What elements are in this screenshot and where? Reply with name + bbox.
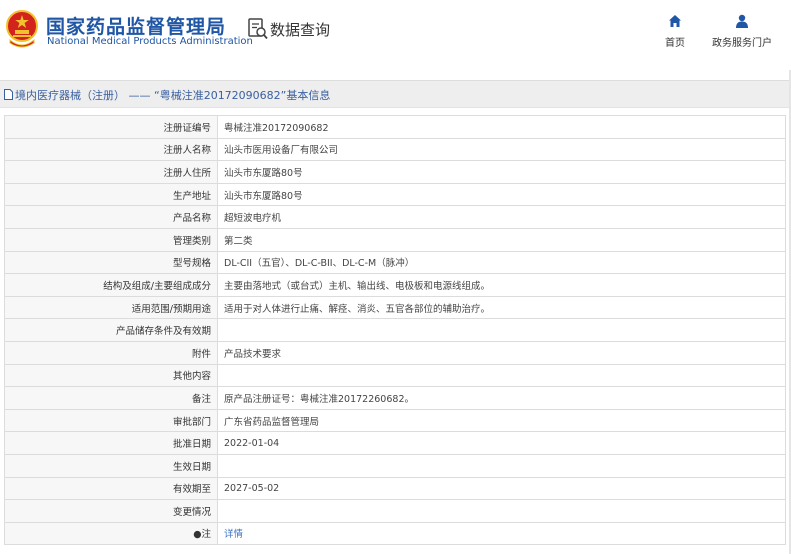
- row-label: 批准日期: [4, 431, 218, 455]
- nav-home[interactable]: 首页: [660, 14, 690, 49]
- table-row: 变更情况: [4, 499, 786, 523]
- row-value: 广东省药品监督管理局: [217, 408, 786, 433]
- nav-service-portal[interactable]: 政务服务门户: [710, 14, 774, 49]
- row-label: 注册人住所: [4, 160, 218, 184]
- device-info-table: 注册证编号 粤械注准20172090682 注册人名称 汕头市医用设备厂有限公司 注册人…: [4, 115, 786, 546]
- row-label: ●注: [4, 521, 218, 546]
- row-label: 适用范围/预期用途: [4, 295, 218, 320]
- row-value: 原产品注册证号：粤械注准20172260682。: [217, 386, 786, 410]
- home-icon: [669, 15, 681, 27]
- table-row: ●注 详情: [4, 521, 786, 546]
- row-value: [217, 499, 786, 523]
- table-row: 备注 原产品注册证号：粤械注准20172260682。: [4, 386, 786, 410]
- row-label: 注册证编号: [4, 115, 218, 139]
- row-value: 适用于对人体进行止痛、解痉、消炎、五官各部位的辅助治疗。: [217, 295, 786, 320]
- table-row: 生效日期: [4, 453, 786, 478]
- row-value: [217, 318, 786, 342]
- row-value: DL-CII（五官）、DL-C-BII、DL-C-M（脉冲）: [217, 250, 786, 275]
- details-link[interactable]: 详情: [224, 529, 243, 540]
- breadcrumb: 境内医疗器械（注册） —— “粤械注准20172090682”基本信息: [4, 87, 330, 103]
- site-subtitle: National Medical Products Administration: [47, 36, 253, 47]
- row-value: 汕头市东厦路80号: [217, 160, 786, 184]
- row-label: 有效期至: [4, 476, 218, 501]
- row-value: 详情: [217, 521, 786, 546]
- row-value: 第二类: [217, 227, 786, 252]
- table-row: 批准日期 2022-01-04: [4, 431, 786, 455]
- row-label: 其他内容: [4, 363, 218, 388]
- table-row: 产品储存条件及有效期: [4, 318, 786, 342]
- table-row: 产品名称 超短波电疗机: [4, 205, 786, 229]
- row-value: 粤械注准20172090682: [217, 115, 786, 139]
- table-row: 注册人名称 汕头市医用设备厂有限公司: [4, 137, 786, 162]
- table-row: 附件 产品技术要求: [4, 340, 786, 365]
- nav-home-label: 首页: [665, 38, 685, 49]
- document-search-icon: [248, 18, 268, 40]
- row-label: 生产地址: [4, 182, 218, 207]
- row-label: 审批部门: [4, 408, 218, 433]
- row-value: 汕头市东厦路80号: [217, 182, 786, 207]
- row-label: 管理类别: [4, 227, 218, 252]
- table-row: 有效期至 2027-05-02: [4, 476, 786, 501]
- row-value: 超短波电疗机: [217, 205, 786, 229]
- row-label: 备注: [4, 386, 218, 410]
- row-value: 主要由落地式（或台式）主机、输出线、电极板和电源线组成。: [217, 273, 786, 297]
- row-label: 附件: [4, 340, 218, 365]
- national-emblem-icon: [6, 10, 38, 48]
- table-row: 管理类别 第二类: [4, 227, 786, 252]
- row-value: 产品技术要求: [217, 340, 786, 365]
- row-value: 汕头市医用设备厂有限公司: [217, 137, 786, 162]
- row-label: 产品名称: [4, 205, 218, 229]
- row-value: [217, 453, 786, 478]
- row-label: 生效日期: [4, 453, 218, 478]
- table-row: 审批部门 广东省药品监督管理局: [4, 408, 786, 433]
- row-label: 型号规格: [4, 250, 218, 275]
- nav-portal-label: 政务服务门户: [712, 38, 772, 49]
- breadcrumb-bar: 境内医疗器械（注册） —— “粤械注准20172090682”基本信息: [0, 80, 791, 108]
- row-label: 结构及组成/主要组成成分: [4, 273, 218, 297]
- table-row: 生产地址 汕头市东厦路80号: [4, 182, 786, 207]
- site-header: 国家药品监督管理局 National Medical Products Admi…: [0, 0, 791, 64]
- table-row: 型号规格 DL-CII（五官）、DL-C-BII、DL-C-M（脉冲）: [4, 250, 786, 275]
- user-icon: [736, 14, 748, 28]
- table-row: 结构及组成/主要组成成分 主要由落地式（或台式）主机、输出线、电极板和电源线组成。: [4, 273, 786, 297]
- site-title[interactable]: 国家药品监督管理局: [46, 12, 226, 39]
- table-row: 其他内容: [4, 363, 786, 388]
- breadcrumb-text: 境内医疗器械（注册） —— “粤械注准20172090682”基本信息: [15, 89, 331, 102]
- row-label: 产品储存条件及有效期: [4, 318, 218, 342]
- row-value: [217, 363, 786, 388]
- table-row: 适用范围/预期用途 适用于对人体进行止痛、解痉、消炎、五官各部位的辅助治疗。: [4, 295, 786, 320]
- row-label: 变更情况: [4, 499, 218, 523]
- data-query-label: 数据查询: [270, 21, 331, 39]
- row-value: 2027-05-02: [217, 476, 786, 501]
- document-icon: [4, 89, 13, 100]
- table-row: 注册证编号 粤械注准20172090682: [4, 115, 786, 139]
- row-value: 2022-01-04: [217, 431, 786, 455]
- table-row: 注册人住所 汕头市东厦路80号: [4, 160, 786, 184]
- row-label: 注册人名称: [4, 137, 218, 162]
